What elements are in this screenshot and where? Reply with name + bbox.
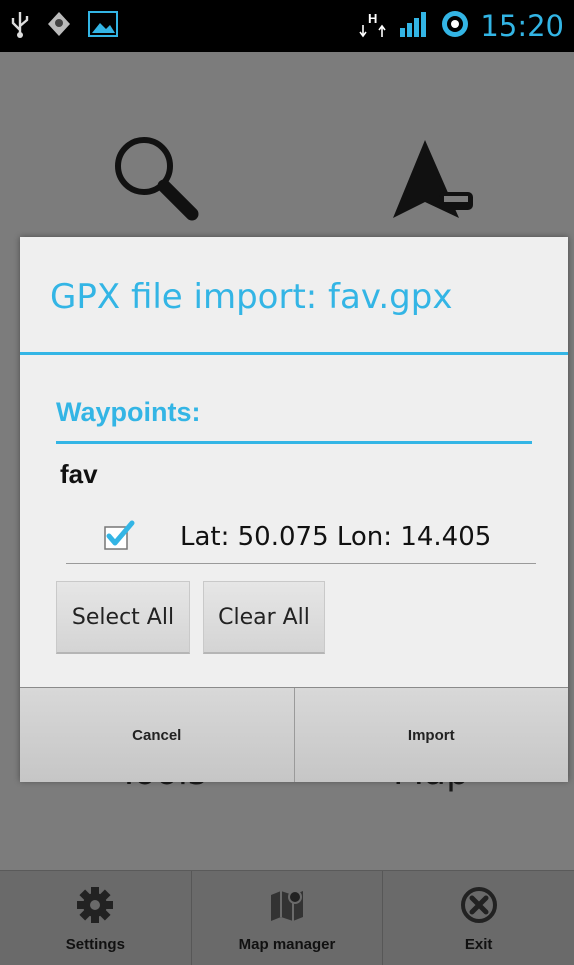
bottom-item-settings[interactable]: Settings	[0, 871, 191, 965]
cancel-button[interactable]: Cancel	[20, 688, 294, 782]
battery-icon	[440, 9, 470, 44]
waypoints-header: Waypoints:	[56, 397, 201, 427]
clear-all-button[interactable]: Clear All	[203, 581, 325, 654]
import-button[interactable]: Import	[293, 688, 568, 782]
bottom-label-map-manager: Map manager	[238, 936, 336, 953]
search-icon	[108, 132, 204, 227]
data-h-icon: H	[358, 9, 388, 44]
dialog-title: GPX file import: fav.gpx	[50, 277, 453, 317]
bottom-label-settings: Settings	[65, 936, 125, 953]
usb-icon	[10, 10, 30, 43]
waypoints-underline	[56, 441, 532, 444]
status-bar: H 15:20	[0, 0, 574, 52]
waypoint-group-name: fav	[60, 459, 98, 489]
location-icon	[44, 9, 74, 44]
select-all-button[interactable]: Select All	[56, 581, 190, 654]
gpx-import-dialog: GPX file import: fav.gpx Waypoints: fav …	[20, 237, 568, 782]
waypoint-row[interactable]: Lat: 50.075 Lon: 14.405	[66, 507, 536, 563]
image-icon	[88, 10, 118, 42]
dialog-button-bar: Cancel Import	[20, 687, 568, 782]
bottom-action-bar: Settings Map manager Exit	[0, 870, 574, 965]
bottom-item-exit[interactable]: Exit	[382, 871, 574, 965]
bottom-item-map-manager[interactable]: Map manager	[190, 871, 383, 965]
gear-icon	[75, 885, 115, 930]
list-divider	[66, 563, 536, 564]
signal-icon	[398, 10, 430, 43]
svg-text:H: H	[368, 11, 377, 26]
clock: 15:20	[480, 9, 564, 43]
navigation-arrow-icon	[391, 132, 487, 227]
close-circle-icon	[459, 885, 499, 930]
title-divider	[20, 352, 568, 355]
bottom-label-exit: Exit	[464, 936, 493, 953]
waypoint-coordinates: Lat: 50.075 Lon: 14.405	[180, 522, 492, 552]
waypoint-checkbox[interactable]	[104, 519, 135, 550]
map-icon	[267, 885, 307, 930]
